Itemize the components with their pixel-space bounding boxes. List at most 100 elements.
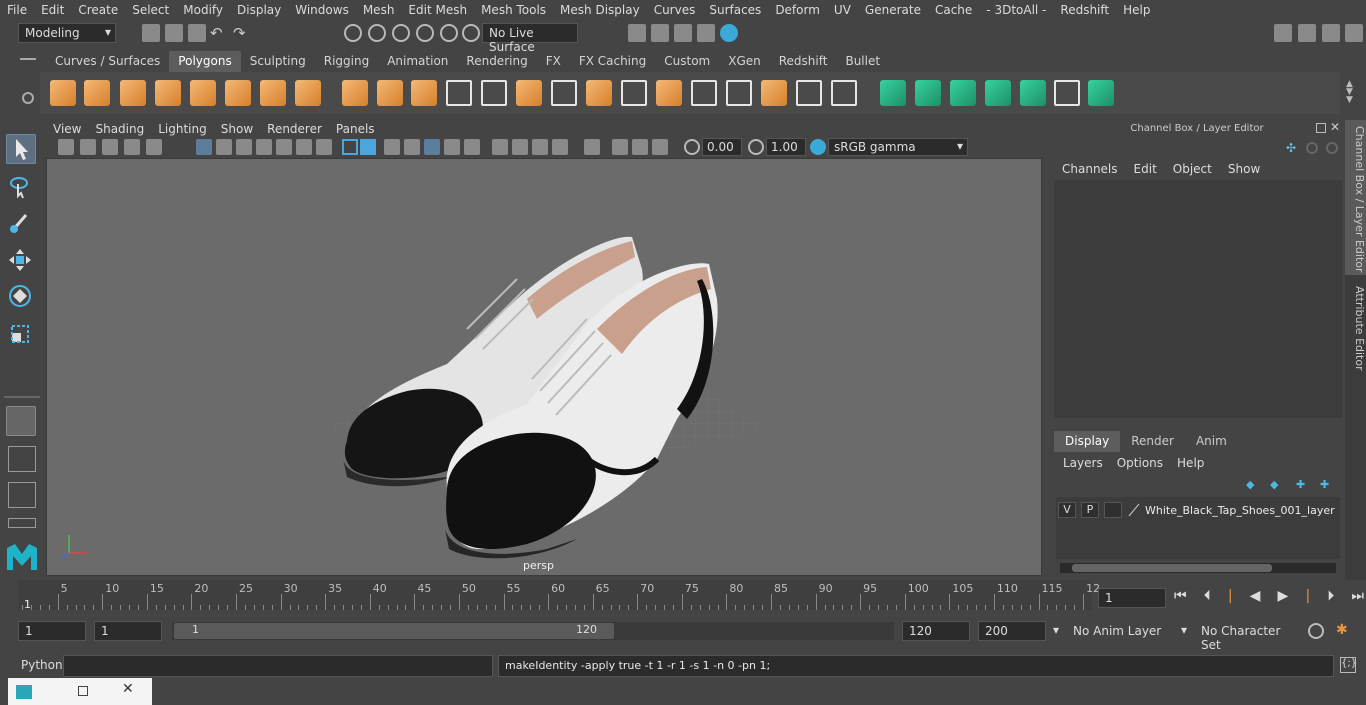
character-set-dropdown[interactable]: ▾ No Character Set xyxy=(1178,621,1298,652)
close-panel-icon[interactable]: ✕ xyxy=(1330,120,1340,134)
menu-19[interactable]: Help xyxy=(1116,3,1157,17)
outliner-layout-icon[interactable] xyxy=(8,518,36,528)
symmetry-icon[interactable] xyxy=(1088,80,1114,106)
layout-uv-icon[interactable] xyxy=(1020,80,1046,106)
target-weld-icon[interactable] xyxy=(726,80,752,106)
safe-title-icon[interactable] xyxy=(316,139,332,155)
playback-end-field[interactable]: 120 xyxy=(902,621,970,641)
anim-layer-dropdown[interactable]: ▾ No Anim Layer xyxy=(1050,621,1166,641)
attribute-editor-toggle-icon[interactable] xyxy=(1345,24,1363,42)
workspace-icon[interactable] xyxy=(1274,24,1292,42)
step-forward-key-icon[interactable]: | xyxy=(1305,588,1310,608)
menu-7[interactable]: Mesh xyxy=(356,3,402,17)
viewport-menu-1[interactable]: Shading xyxy=(88,122,151,136)
script-language-label[interactable]: Python xyxy=(21,658,63,672)
channel-box-circle-icon[interactable] xyxy=(1306,142,1318,154)
automatic-mapping-icon[interactable] xyxy=(831,80,857,106)
render-frame-icon[interactable] xyxy=(628,24,646,42)
bookmark-icon[interactable] xyxy=(102,139,118,155)
go-to-start-icon[interactable]: ⏮ xyxy=(1174,588,1187,608)
exposure-icon[interactable] xyxy=(684,139,700,155)
menu-3[interactable]: Select xyxy=(125,3,176,17)
film-gate-icon[interactable] xyxy=(216,139,232,155)
outliner-icon[interactable] xyxy=(1322,24,1340,42)
script-editor-icon[interactable]: {;} xyxy=(1340,657,1357,673)
shelf-tab-1[interactable]: Polygons xyxy=(169,51,241,72)
lasso-select-icon[interactable] xyxy=(6,172,36,202)
gate-mask-icon[interactable] xyxy=(256,139,272,155)
step-back-key-icon[interactable]: | xyxy=(1228,588,1233,608)
shelf-tab-11[interactable]: Bullet xyxy=(836,51,889,72)
menu-2[interactable]: Create xyxy=(71,3,125,17)
select-object-icon[interactable] xyxy=(368,24,386,42)
menu-14[interactable]: UV xyxy=(827,3,858,17)
planar-mapping-icon[interactable] xyxy=(796,80,822,106)
menu-0[interactable]: File xyxy=(0,3,34,17)
append-icon[interactable] xyxy=(621,80,647,106)
play-forwards-icon[interactable]: ▶ xyxy=(1278,588,1289,608)
menu-4[interactable]: Modify xyxy=(176,3,230,17)
separate-icon[interactable] xyxy=(377,80,403,106)
viewport-menu-3[interactable]: Show xyxy=(214,122,260,136)
channel-box-area[interactable] xyxy=(1054,180,1342,418)
four-view-layout-icon[interactable] xyxy=(8,446,36,472)
perspective-viewport[interactable]: persp xyxy=(46,158,1042,576)
bridge-icon[interactable] xyxy=(516,80,542,106)
isolate-select-icon[interactable] xyxy=(584,139,600,155)
xray-joints-icon[interactable] xyxy=(632,139,648,155)
tab-attribute-editor[interactable]: Attribute Editor xyxy=(1345,280,1366,380)
shelf-menu-icon[interactable] xyxy=(20,58,36,60)
channel-box-menu-1[interactable]: Edit xyxy=(1126,160,1165,180)
xray-icon[interactable] xyxy=(612,139,628,155)
time-slider[interactable]: 5 10 15 20 25 30 35 40 45 50 55 60 65 70 75 80 85 90 95 100… xyxy=(18,580,1100,610)
layer-visibility-toggle[interactable]: V xyxy=(1058,502,1076,518)
scale-tool-icon[interactable] xyxy=(6,320,36,350)
use-all-lights-icon[interactable] xyxy=(444,139,460,155)
layer-color-icon[interactable] xyxy=(1127,503,1141,517)
mode-dropdown[interactable]: Modeling ▾ xyxy=(18,23,116,43)
fill-hole-icon[interactable] xyxy=(656,80,682,106)
new-layer-selected-icon[interactable]: ✚ xyxy=(1320,478,1334,491)
uv-editor-icon[interactable] xyxy=(880,80,906,106)
color-management-icon[interactable] xyxy=(810,139,826,155)
move-tool-icon[interactable] xyxy=(6,246,36,276)
motion-blur-icon[interactable] xyxy=(512,139,528,155)
wireframe-icon[interactable] xyxy=(342,139,358,155)
channel-box-menu-2[interactable]: Object xyxy=(1165,160,1220,180)
viewport-menu-5[interactable]: Panels xyxy=(329,122,382,136)
smooth-shade-icon[interactable] xyxy=(360,139,376,155)
extrude-icon[interactable] xyxy=(481,80,507,106)
layer-menu-2[interactable]: Help xyxy=(1170,454,1211,472)
menu-15[interactable]: Generate xyxy=(858,3,928,17)
sew-uv-icon[interactable] xyxy=(950,80,976,106)
grease-pencil-icon[interactable] xyxy=(146,139,162,155)
render-settings-icon[interactable] xyxy=(697,24,715,42)
snap-point-icon[interactable] xyxy=(462,24,480,42)
layer-menu-1[interactable]: Options xyxy=(1110,454,1170,472)
redo-icon[interactable]: ↷ xyxy=(233,24,251,42)
animation-start-field[interactable]: 1 xyxy=(18,621,86,641)
layer-scrollbar[interactable] xyxy=(1060,563,1336,573)
quad-draw-icon[interactable] xyxy=(761,80,787,106)
menu-10[interactable]: Mesh Display xyxy=(553,3,647,17)
menu-16[interactable]: Cache xyxy=(928,3,979,17)
menu-11[interactable]: Curves xyxy=(647,3,703,17)
tab-channel-box[interactable]: Channel Box / Layer Editor xyxy=(1345,120,1366,275)
select-tool-arrow-icon[interactable] xyxy=(6,134,36,164)
paint-select-icon[interactable] xyxy=(6,208,36,238)
viewport-menu-0[interactable]: View xyxy=(46,122,88,136)
insert-edge-loop-icon[interactable] xyxy=(691,80,717,106)
anti-aliasing-icon[interactable] xyxy=(532,139,548,155)
layer-playback-toggle[interactable]: P xyxy=(1081,502,1099,518)
bevel-icon[interactable] xyxy=(586,80,612,106)
shelf-tab-3[interactable]: Rigging xyxy=(315,51,378,72)
gamma-field[interactable]: 1.00 xyxy=(766,138,806,156)
maya-window-icon[interactable] xyxy=(16,685,32,699)
select-hierarchy-icon[interactable] xyxy=(344,24,362,42)
smooth-icon[interactable] xyxy=(446,80,472,106)
live-surface-field[interactable]: No Live Surface xyxy=(482,23,578,54)
menu-13[interactable]: Deform xyxy=(768,3,827,17)
menu-18[interactable]: Redshift xyxy=(1053,3,1116,17)
move-layer-down-icon[interactable]: ◆ xyxy=(1270,478,1284,491)
poly-cube-icon[interactable] xyxy=(84,80,110,106)
